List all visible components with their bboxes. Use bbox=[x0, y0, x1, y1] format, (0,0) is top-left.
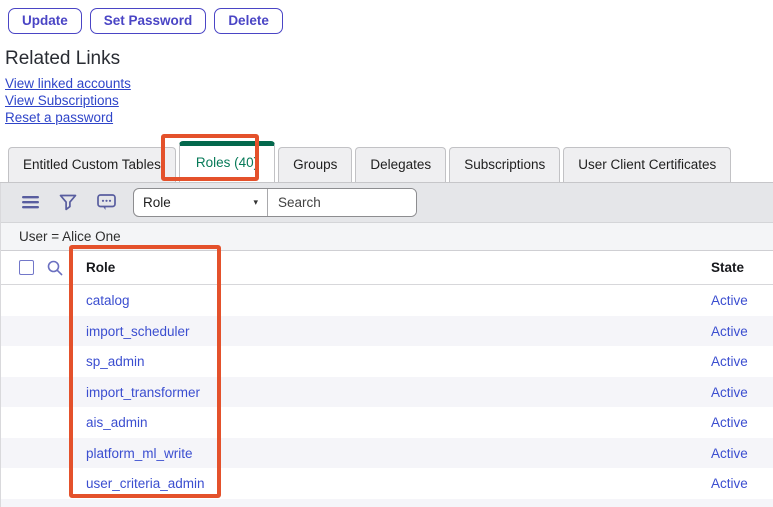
link-view-linked-accounts[interactable]: View linked accounts bbox=[5, 75, 131, 92]
roles-table-body: catalog Active import_scheduler Active s… bbox=[1, 285, 773, 507]
list-menu-icon[interactable] bbox=[11, 188, 49, 218]
list-search-input[interactable] bbox=[268, 189, 416, 216]
delete-button[interactable]: Delete bbox=[214, 8, 283, 34]
update-button[interactable]: Update bbox=[8, 8, 82, 34]
list-toolbar: Role ▾ bbox=[1, 183, 773, 223]
state-cell[interactable]: Active bbox=[711, 476, 748, 491]
link-view-subscriptions[interactable]: View Subscriptions bbox=[5, 92, 119, 109]
table-row: catalog Active bbox=[1, 285, 773, 316]
role-link[interactable]: user_criteria_admin bbox=[86, 476, 205, 491]
role-link[interactable]: platform_ml_write bbox=[86, 446, 193, 461]
tab-subscriptions[interactable]: Subscriptions bbox=[449, 147, 560, 182]
role-link[interactable]: catalog bbox=[86, 293, 130, 308]
column-header-state[interactable]: State bbox=[711, 260, 744, 275]
select-all-checkbox[interactable] bbox=[19, 260, 34, 275]
table-row: import_transformer Active bbox=[1, 377, 773, 408]
roles-table-header: Role State bbox=[1, 251, 773, 285]
table-row: sp_admin Active bbox=[1, 346, 773, 377]
tab-entitled-custom-tables[interactable]: Entitled Custom Tables bbox=[8, 147, 176, 182]
list-search-combo: Role ▾ bbox=[133, 188, 417, 217]
tab-delegates[interactable]: Delegates bbox=[355, 147, 446, 182]
column-search-icon[interactable] bbox=[47, 260, 63, 276]
tab-user-client-certificates[interactable]: User Client Certificates bbox=[563, 147, 731, 182]
filter-icon[interactable] bbox=[49, 188, 87, 218]
chevron-down-icon: ▾ bbox=[253, 197, 258, 208]
search-column-select[interactable]: Role ▾ bbox=[134, 189, 268, 216]
user-record-page: Update Set Password Delete Related Links… bbox=[0, 0, 773, 507]
role-link[interactable]: import_scheduler bbox=[86, 324, 190, 339]
role-link[interactable]: sp_admin bbox=[86, 354, 145, 369]
link-reset-a-password[interactable]: Reset a password bbox=[5, 109, 113, 126]
role-link[interactable]: ais_admin bbox=[86, 415, 148, 430]
state-cell[interactable]: Active bbox=[711, 446, 748, 461]
search-column-value: Role bbox=[143, 195, 171, 210]
tab-roles[interactable]: Roles (40) bbox=[179, 141, 275, 182]
breadcrumb-bar: User = Alice One bbox=[1, 223, 773, 251]
table-row: ais_admin Active bbox=[1, 407, 773, 438]
table-row: user_criteria_admin Active bbox=[1, 468, 773, 499]
state-cell[interactable]: Active bbox=[711, 293, 748, 308]
state-cell[interactable]: Active bbox=[711, 385, 748, 400]
state-cell[interactable]: Active bbox=[711, 354, 748, 369]
column-header-role[interactable]: Role bbox=[86, 260, 115, 275]
table-row-partial bbox=[1, 499, 773, 507]
roles-list-region: Role ▾ User = Alice One Role State bbox=[0, 183, 773, 507]
related-links-list: View linked accounts View Subscriptions … bbox=[5, 75, 773, 126]
tab-groups[interactable]: Groups bbox=[278, 147, 352, 182]
activity-stream-icon[interactable] bbox=[87, 188, 125, 218]
set-password-button[interactable]: Set Password bbox=[90, 8, 207, 34]
table-row: platform_ml_write Active bbox=[1, 438, 773, 469]
role-link[interactable]: import_transformer bbox=[86, 385, 200, 400]
state-cell[interactable]: Active bbox=[711, 324, 748, 339]
related-lists-tabstrip: Entitled Custom Tables Roles (40) Groups… bbox=[0, 136, 773, 183]
related-links-heading: Related Links bbox=[5, 49, 773, 69]
state-cell[interactable]: Active bbox=[711, 415, 748, 430]
form-action-bar: Update Set Password Delete bbox=[0, 0, 773, 34]
breadcrumb[interactable]: User = Alice One bbox=[19, 229, 121, 244]
table-row: import_scheduler Active bbox=[1, 316, 773, 347]
